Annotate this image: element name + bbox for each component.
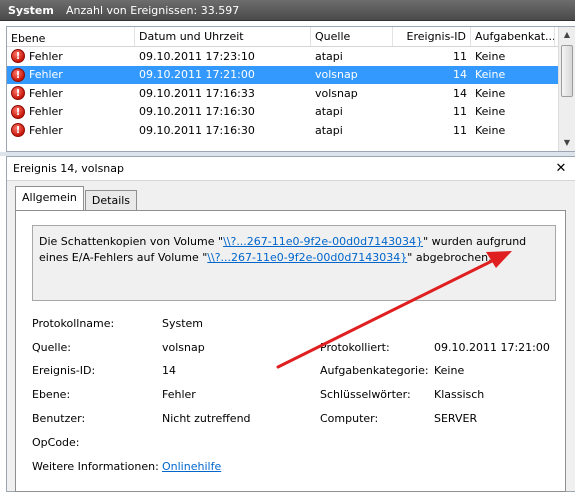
event-id: 11: [453, 105, 467, 119]
event-source: atapi: [315, 105, 343, 119]
event-row[interactable]: ! Fehler 09.10.2011 17:16:30 atapi 11 Kei…: [7, 103, 575, 122]
event-level: Fehler: [29, 105, 63, 119]
close-icon[interactable]: ✕: [553, 161, 569, 176]
scroll-down-icon[interactable]: ▼: [559, 135, 575, 151]
event-detail-pane: Ereignis 14, volsnap ✕ Allgemein Details…: [6, 156, 575, 492]
value-schluesselwoerter: Klassisch: [434, 388, 485, 401]
error-icon: !: [11, 123, 25, 138]
log-name: System: [8, 3, 54, 17]
label-protokollname: Protokollname:: [32, 317, 115, 330]
event-date: 09.10.2011 17:16:33: [139, 86, 255, 100]
vertical-scrollbar[interactable]: ▲ ▼: [558, 27, 575, 151]
label-aufgabenkategorie: Aufgabenkategorie:: [320, 364, 429, 377]
error-icon: !: [11, 67, 25, 82]
detail-header: Ereignis 14, volsnap ✕: [7, 157, 575, 181]
event-source: volsnap: [315, 86, 358, 100]
event-task: Keine: [475, 105, 506, 119]
message-text: Die Schattenkopien von Volume ": [39, 235, 224, 248]
event-source: atapi: [315, 49, 343, 63]
event-count: Anzahl von Ereignissen: 33.597: [66, 3, 240, 17]
error-icon: !: [11, 49, 25, 64]
value-protokolliert: 09.10.2011 17:21:00: [434, 341, 550, 354]
event-task: Keine: [475, 86, 506, 100]
label-computer: Computer:: [320, 412, 379, 425]
event-row[interactable]: ! Fehler 09.10.2011 17:16:30 atapi 11 Kei…: [7, 121, 575, 140]
event-source: atapi: [315, 123, 343, 137]
value-protokollname: System: [162, 317, 204, 330]
event-source: volsnap: [315, 68, 358, 82]
detail-title: Ereignis 14, volsnap: [13, 162, 125, 175]
event-date: 09.10.2011 17:16:30: [139, 105, 255, 119]
value-quelle: volsnap: [162, 341, 205, 354]
event-row-selected[interactable]: ! Fehler 09.10.2011 17:21:00 volsnap 14 K…: [7, 65, 575, 84]
event-level: Fehler: [29, 123, 63, 137]
event-level: Fehler: [29, 86, 63, 100]
value-computer: SERVER: [434, 412, 478, 425]
event-task: Keine: [475, 49, 506, 63]
tab-allgemein[interactable]: Allgemein: [15, 186, 84, 210]
scroll-up-icon[interactable]: ▲: [559, 27, 575, 43]
column-header-source[interactable]: Quelle: [311, 27, 393, 46]
event-row[interactable]: ! Fehler 09.10.2011 17:23:10 atapi 11 Kei…: [7, 47, 575, 66]
column-header-task-category[interactable]: Aufgabenkat...: [471, 27, 555, 46]
event-task: Keine: [475, 123, 506, 137]
value-ereignis-id: 14: [162, 364, 176, 377]
event-list[interactable]: Ebene Datum und Uhrzeit Quelle Ereignis-…: [6, 26, 575, 152]
column-header-date[interactable]: Datum und Uhrzeit: [135, 27, 311, 46]
general-tab-panel: Die Schattenkopien von Volume "\\?...267…: [15, 210, 566, 492]
detail-tabs: Allgemein Details: [15, 186, 138, 210]
value-benutzer: Nicht zutreffend: [162, 412, 251, 425]
event-row[interactable]: ! Fehler 09.10.2011 17:16:33 volsnap 14 K…: [7, 84, 575, 103]
label-benutzer: Benutzer:: [32, 412, 86, 425]
event-id: 11: [453, 49, 467, 63]
error-icon: !: [11, 104, 25, 119]
event-date: 09.10.2011 17:21:00: [139, 68, 255, 82]
column-header-event-id[interactable]: Ereignis-ID: [393, 27, 471, 46]
event-id: 14: [453, 86, 467, 100]
error-icon: !: [11, 86, 25, 101]
label-schluesselwoerter: Schlüsselwörter:: [320, 388, 411, 401]
online-help-link[interactable]: Onlinehilfe: [162, 460, 221, 473]
value-aufgabenkategorie: Keine: [434, 364, 465, 377]
log-title-bar: System Anzahl von Ereignissen: 33.597: [0, 0, 575, 21]
event-id: 11: [453, 123, 467, 137]
event-task: Keine: [475, 68, 506, 82]
label-quelle: Quelle:: [32, 341, 71, 354]
column-header-level[interactable]: Ebene: [7, 27, 135, 46]
tab-details[interactable]: Details: [84, 190, 138, 210]
volume-link[interactable]: \\?...267-11e0-9f2e-00d0d7143034}: [207, 251, 407, 264]
label-protokolliert: Protokolliert:: [320, 341, 390, 354]
event-date: 09.10.2011 17:16:30: [139, 123, 255, 137]
label-opcode: OpCode:: [32, 436, 80, 449]
event-date: 09.10.2011 17:23:10: [139, 49, 255, 63]
volume-link[interactable]: \\?...267-11e0-9f2e-00d0d7143034}: [223, 235, 423, 248]
message-text: " abgebrochen.: [407, 251, 492, 264]
event-level: Fehler: [29, 49, 63, 63]
value-ebene: Fehler: [162, 388, 196, 401]
event-id: 14: [453, 68, 467, 82]
label-ebene: Ebene:: [32, 388, 71, 401]
label-weitere-informationen: Weitere Informationen:: [32, 460, 159, 473]
scrollbar-thumb[interactable]: [561, 45, 573, 97]
event-level: Fehler: [29, 68, 63, 82]
event-list-header: Ebene Datum und Uhrzeit Quelle Ereignis-…: [7, 27, 575, 47]
label-ereignis-id: Ereignis-ID:: [32, 364, 96, 377]
event-message[interactable]: Die Schattenkopien von Volume "\\?...267…: [32, 225, 556, 301]
